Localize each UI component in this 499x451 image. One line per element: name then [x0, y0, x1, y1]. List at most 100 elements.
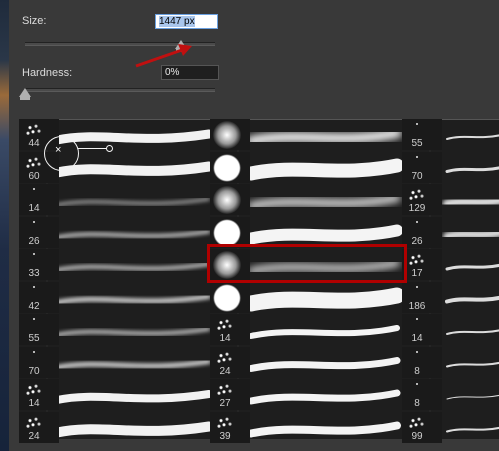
brush-stroke-preview — [52, 421, 214, 438]
brush-stroke-preview — [243, 287, 405, 312]
brush-size-label: 14 — [411, 333, 423, 344]
brush-stroke-preview — [248, 260, 400, 274]
spatter-tip-icon — [407, 252, 427, 266]
brush-size-label: 99 — [411, 430, 423, 442]
spatter-tip-icon — [24, 382, 44, 396]
brush-size-label: 24 — [219, 365, 231, 377]
brush-stroke-preview — [244, 158, 404, 181]
spatter-tip-icon — [215, 349, 235, 364]
brush-stroke-preview — [445, 166, 499, 173]
spatter-tip-icon — [407, 187, 427, 201]
hardness-label: Hardness: — [22, 67, 73, 79]
brush-tip-a-4[interactable]: 26 — [19, 216, 59, 248]
hardness-slider-thumb[interactable] — [19, 88, 31, 100]
brush-tip-b-5[interactable] — [210, 249, 250, 280]
brush-stroke-preview — [52, 129, 214, 145]
brush-size-label: 55 — [411, 138, 423, 149]
brush-tip-b-6[interactable] — [210, 281, 250, 313]
brush-size-label: 42 — [28, 300, 40, 312]
brush-tip-c-3[interactable]: 129 — [402, 184, 442, 215]
tip-dot-icon — [416, 123, 418, 125]
brush-stroke-preview — [446, 134, 499, 140]
brush-tip-b-4[interactable] — [210, 216, 250, 248]
brush-size-label: 24 — [28, 430, 40, 442]
brush-tip-a-8[interactable]: 70 — [19, 346, 59, 378]
round-tip-icon — [213, 251, 241, 279]
brush-stroke-preview — [55, 327, 211, 337]
cursor-line — [78, 148, 108, 149]
brush-stroke-preview — [247, 389, 401, 405]
brush-size-label: 17 — [411, 268, 423, 279]
brush-stroke-preview — [55, 230, 211, 239]
tip-dot-icon — [33, 188, 35, 190]
brush-stroke-preview — [247, 357, 401, 372]
brush-tip-c-2[interactable]: 70 — [402, 151, 442, 183]
brush-tip-c-10[interactable]: 99 — [402, 411, 442, 443]
round-tip-icon — [213, 283, 241, 312]
brush-size-label: 14 — [28, 398, 40, 409]
brush-tip-a-10[interactable]: 24 — [19, 411, 59, 443]
round-tip-icon — [213, 153, 241, 182]
brush-tip-c-9[interactable]: 8 — [402, 379, 442, 410]
brush-stroke-preview — [445, 263, 499, 271]
brush-tip-c-1[interactable]: 55 — [402, 119, 442, 150]
brush-tip-b-3[interactable] — [210, 184, 250, 215]
spatter-tip-icon — [24, 154, 44, 169]
brush-size-label: 14 — [28, 203, 40, 214]
brush-tip-c-4[interactable]: 26 — [402, 216, 442, 248]
brush-stroke-preview — [445, 295, 499, 304]
brush-tip-a-3[interactable]: 14 — [19, 184, 59, 215]
brush-stroke-preview — [446, 361, 499, 368]
brush-tip-b-10[interactable]: 39 — [210, 411, 250, 443]
brush-tip-b-9[interactable]: 27 — [210, 379, 250, 410]
tip-dot-icon — [416, 383, 418, 385]
brush-size-label: 129 — [408, 203, 426, 214]
brush-size-label: 70 — [28, 365, 40, 377]
spatter-tip-icon — [24, 122, 44, 136]
brush-stroke-preview — [246, 128, 402, 146]
brush-size-label: 8 — [414, 365, 420, 377]
brush-size-label: 39 — [219, 430, 231, 442]
tip-dot-icon — [33, 220, 35, 223]
brush-stroke-preview — [446, 329, 499, 335]
brush-tip-a-6[interactable]: 42 — [19, 281, 59, 313]
brush-tip-c-8[interactable]: 8 — [402, 346, 442, 378]
brush-stroke-preview — [247, 421, 401, 438]
brush-size-label: 70 — [411, 170, 423, 182]
brush-tip-a-7[interactable]: 55 — [19, 314, 59, 345]
brush-size-label: 8 — [414, 398, 420, 409]
cursor-knob — [106, 145, 113, 152]
brush-size-label: 55 — [28, 333, 40, 344]
round-tip-icon — [213, 121, 241, 149]
brush-stroke-preview — [442, 195, 499, 209]
brush-tip-c-7[interactable]: 14 — [402, 314, 442, 345]
brush-stroke-preview — [56, 198, 210, 206]
brush-tip-b-7[interactable]: 14 — [210, 314, 250, 345]
brush-tip-b-1[interactable] — [210, 119, 250, 150]
brush-stroke-preview — [446, 426, 499, 433]
brush-size-label: 26 — [411, 235, 423, 247]
spatter-tip-icon — [215, 414, 235, 429]
red-arrow-annotation — [135, 44, 192, 68]
round-tip-icon — [213, 218, 241, 247]
brush-tip-c-6[interactable]: 186 — [402, 281, 442, 313]
hardness-slider-track[interactable] — [25, 88, 215, 92]
brush-stroke-preview — [52, 161, 214, 178]
size-label: Size: — [22, 15, 47, 27]
size-input[interactable]: 1447 px — [155, 14, 218, 29]
brush-stroke-preview — [53, 390, 213, 404]
spatter-tip-icon — [215, 317, 235, 331]
brush-tip-c-5[interactable]: 17 — [402, 249, 442, 280]
brush-size-label: 14 — [219, 333, 231, 344]
brush-tip-a-5[interactable]: 33 — [19, 249, 59, 280]
brush-tip-a-9[interactable]: 14 — [19, 379, 59, 410]
spatter-tip-icon — [24, 414, 44, 429]
brush-stroke-preview — [55, 359, 211, 370]
tip-dot-icon — [416, 318, 418, 320]
brush-tip-b-2[interactable] — [210, 151, 250, 183]
brush-cursor-icon: × — [44, 136, 79, 171]
background-strip — [0, 0, 9, 451]
brush-stroke-preview — [443, 228, 499, 241]
size-value: 1447 px — [159, 16, 195, 27]
brush-tip-b-8[interactable]: 24 — [210, 346, 250, 378]
